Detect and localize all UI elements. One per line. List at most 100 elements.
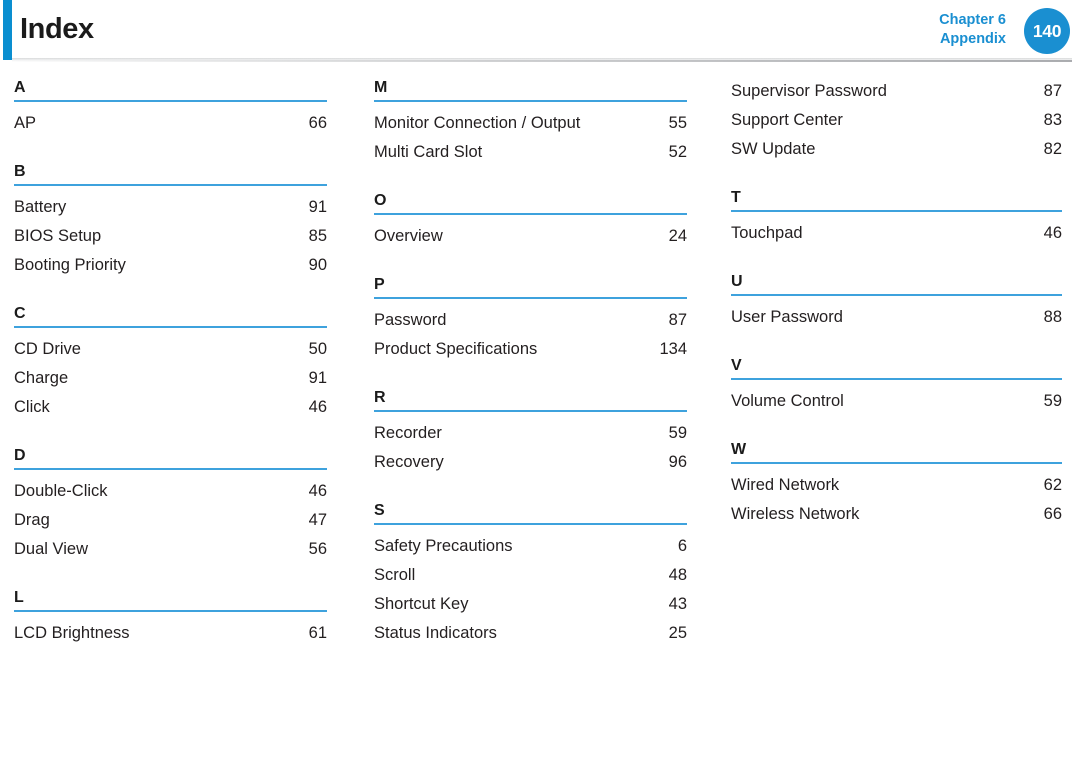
letter-heading: C <box>14 303 327 328</box>
letter-heading: O <box>374 190 687 215</box>
letter-group: W Wired Network 62 Wireless Network 66 <box>731 439 1062 529</box>
index-entry-page: 91 <box>308 369 327 387</box>
index-entry-title: AP <box>14 114 37 132</box>
index-entry[interactable]: Product Specifications 134 <box>374 335 687 364</box>
index-entry-title: Recovery <box>374 453 444 471</box>
header-accent-bar <box>3 0 12 60</box>
index-entry[interactable]: Dual View 56 <box>14 535 327 564</box>
index-entry-page: 43 <box>668 595 687 613</box>
index-entry-title: Password <box>374 311 447 329</box>
chapter-section-label: Appendix <box>939 31 1006 47</box>
letter-group: V Volume Control 59 <box>731 355 1062 416</box>
letter-group: P Password 87 Product Specifications 134 <box>374 274 687 364</box>
index-entry-page: 50 <box>308 340 327 358</box>
index-entry[interactable]: Recovery 96 <box>374 448 687 477</box>
letter-group: O Overview 24 <box>374 190 687 251</box>
letter-heading: V <box>731 355 1062 380</box>
index-entry-page: 61 <box>308 624 327 642</box>
letter-group: T Touchpad 46 <box>731 187 1062 248</box>
index-entry-page: 46 <box>308 398 327 416</box>
letter-group: S Safety Precautions 6 Scroll 48 Shortcut Key… <box>374 500 687 648</box>
index-entry-title: Shortcut Key <box>374 595 469 613</box>
index-entry[interactable]: User Password 88 <box>731 303 1062 332</box>
index-entry-page: 91 <box>308 198 327 216</box>
index-entry-title: Status Indicators <box>374 624 497 642</box>
index-entry[interactable]: Support Center 83 <box>731 106 1062 135</box>
index-entry-page: 56 <box>308 540 327 558</box>
letter-group: U User Password 88 <box>731 271 1062 332</box>
index-entry[interactable]: Scroll 48 <box>374 561 687 590</box>
index-entry[interactable]: Volume Control 59 <box>731 387 1062 416</box>
index-column: M Monitor Connection / Output 55 Multi Card… <box>360 77 720 648</box>
letter-group: A AP 66 <box>14 77 327 138</box>
index-entry-title: Multi Card Slot <box>374 143 483 161</box>
index-entry-page: 55 <box>668 114 687 132</box>
index-entry-title: Touchpad <box>731 224 803 242</box>
index-entry[interactable]: Overview 24 <box>374 222 687 251</box>
letter-heading: B <box>14 161 327 186</box>
index-entry-page: 59 <box>668 424 687 442</box>
index-entry-title: CD Drive <box>14 340 81 358</box>
index-entry[interactable]: Supervisor Password 87 <box>731 77 1062 106</box>
index-entry[interactable]: Wireless Network 66 <box>731 500 1062 529</box>
index-entry[interactable]: Recorder 59 <box>374 419 687 448</box>
index-entry[interactable]: Drag 47 <box>14 506 327 535</box>
chapter-label: Chapter 6 Appendix <box>939 11 1006 49</box>
index-entry-page: 46 <box>308 482 327 500</box>
index-entry-title: Battery <box>14 198 67 216</box>
page-title: Index <box>20 13 94 45</box>
index-entry[interactable]: CD Drive 50 <box>14 335 327 364</box>
index-entry-title: Wireless Network <box>731 505 860 523</box>
index-entry-title: Support Center <box>731 111 843 129</box>
index-entry[interactable]: Monitor Connection / Output 55 <box>374 109 687 138</box>
index-entry-title: Charge <box>14 369 69 387</box>
index-entry-title: Wired Network <box>731 476 840 494</box>
index-column: Supervisor Password 87 Support Center 83 SW … <box>720 77 1080 648</box>
index-entry-page: 87 <box>668 311 687 329</box>
index-entry-page: 59 <box>1043 392 1062 410</box>
index-entry[interactable]: Password 87 <box>374 306 687 335</box>
letter-group: R Recorder 59 Recovery 96 <box>374 387 687 477</box>
letter-group: L LCD Brightness 61 <box>14 587 327 648</box>
index-entry[interactable]: Booting Priority 90 <box>14 251 327 280</box>
index-entry[interactable]: BIOS Setup 85 <box>14 222 327 251</box>
page-number-badge: 140 <box>1024 8 1070 54</box>
index-entry[interactable]: Click 46 <box>14 393 327 422</box>
index-entry[interactable]: AP 66 <box>14 109 327 138</box>
index-entry[interactable]: Multi Card Slot 52 <box>374 138 687 167</box>
letter-heading: P <box>374 274 687 299</box>
page-header: Index Chapter 6 Appendix 140 <box>0 0 1080 62</box>
letter-group: D Double-Click 46 Drag 47 Dual View 56 <box>14 445 327 564</box>
index-entry-page: 62 <box>1043 476 1062 494</box>
index-entry-page: 25 <box>668 624 687 642</box>
index-entry-title: Scroll <box>374 566 416 584</box>
letter-group: B Battery 91 BIOS Setup 85 Booting Priority 90 <box>14 161 327 280</box>
index-column: A AP 66 B Battery 91 BIOS Setup 85 Booting Prior… <box>0 77 360 648</box>
letter-heading: D <box>14 445 327 470</box>
index-entry[interactable]: Shortcut Key 43 <box>374 590 687 619</box>
index-entry-page: 48 <box>668 566 687 584</box>
index-entry[interactable]: SW Update 82 <box>731 135 1062 164</box>
index-entry[interactable]: Touchpad 46 <box>731 219 1062 248</box>
index-entry-title: Volume Control <box>731 392 844 410</box>
index-entry-title: SW Update <box>731 140 816 158</box>
index-entry-title: Overview <box>374 227 443 245</box>
index-entry-title: Click <box>14 398 50 416</box>
index-entry-page: 52 <box>668 143 687 161</box>
index-entry-title: Booting Priority <box>14 256 126 274</box>
index-entry-page: 90 <box>308 256 327 274</box>
index-entry[interactable]: Battery 91 <box>14 193 327 222</box>
index-entry-title: Drag <box>14 511 50 529</box>
index-entry-page: 24 <box>668 227 687 245</box>
index-entry[interactable]: Double-Click 46 <box>14 477 327 506</box>
index-entry-page: 66 <box>1043 505 1062 523</box>
index-entry[interactable]: Charge 91 <box>14 364 327 393</box>
index-entry[interactable]: Safety Precautions 6 <box>374 532 687 561</box>
letter-heading: U <box>731 271 1062 296</box>
letter-heading: T <box>731 187 1062 212</box>
index-entry[interactable]: Wired Network 62 <box>731 471 1062 500</box>
index-entry[interactable]: LCD Brightness 61 <box>14 619 327 648</box>
index-entry[interactable]: Status Indicators 25 <box>374 619 687 648</box>
letter-group: M Monitor Connection / Output 55 Multi Card… <box>374 77 687 167</box>
index-entry-page: 134 <box>659 340 687 358</box>
